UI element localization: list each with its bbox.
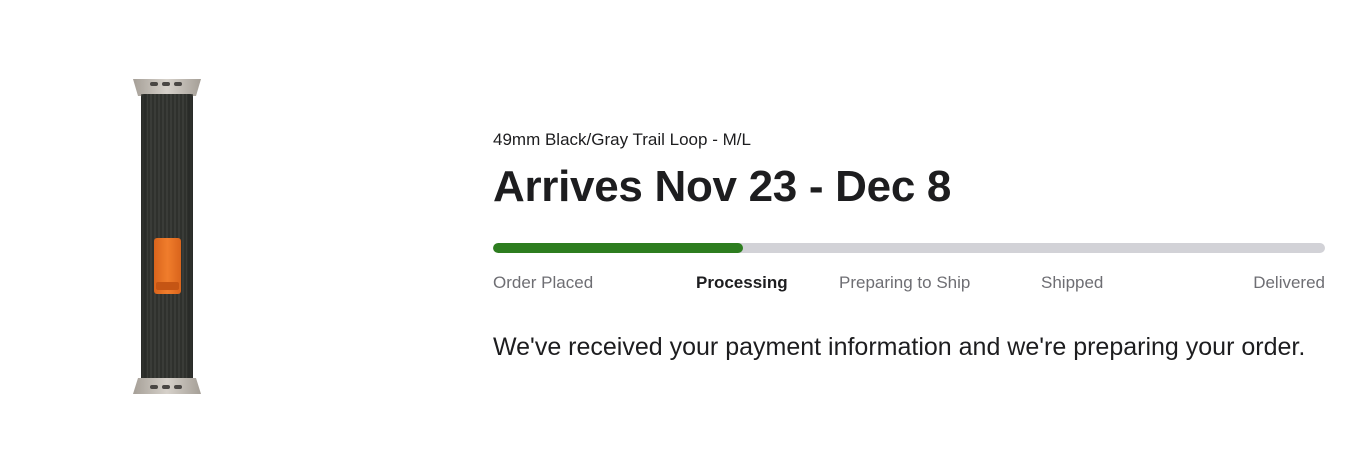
arrival-date: Arrives Nov 23 - Dec 8 [493, 162, 952, 211]
watch-band-image-icon [133, 79, 201, 394]
step-preparing-to-ship: Preparing to Ship [839, 273, 971, 292]
order-info: 49mm Black/Gray Trail Loop - M/L Arrives… [493, 0, 1325, 465]
step-shipped: Shipped [1041, 273, 1104, 292]
step-delivered: Delivered [1253, 273, 1325, 292]
status-message: We've received your payment information … [493, 333, 1306, 361]
product-name: 49mm Black/Gray Trail Loop - M/L [493, 130, 751, 149]
progress-steps: Order Placed Processing Preparing to Shi… [493, 272, 1325, 294]
product-image [128, 76, 208, 398]
order-progress-bar [493, 243, 1325, 253]
step-processing: Processing [696, 273, 788, 292]
order-progress-fill [493, 243, 743, 253]
step-order-placed: Order Placed [493, 273, 594, 292]
